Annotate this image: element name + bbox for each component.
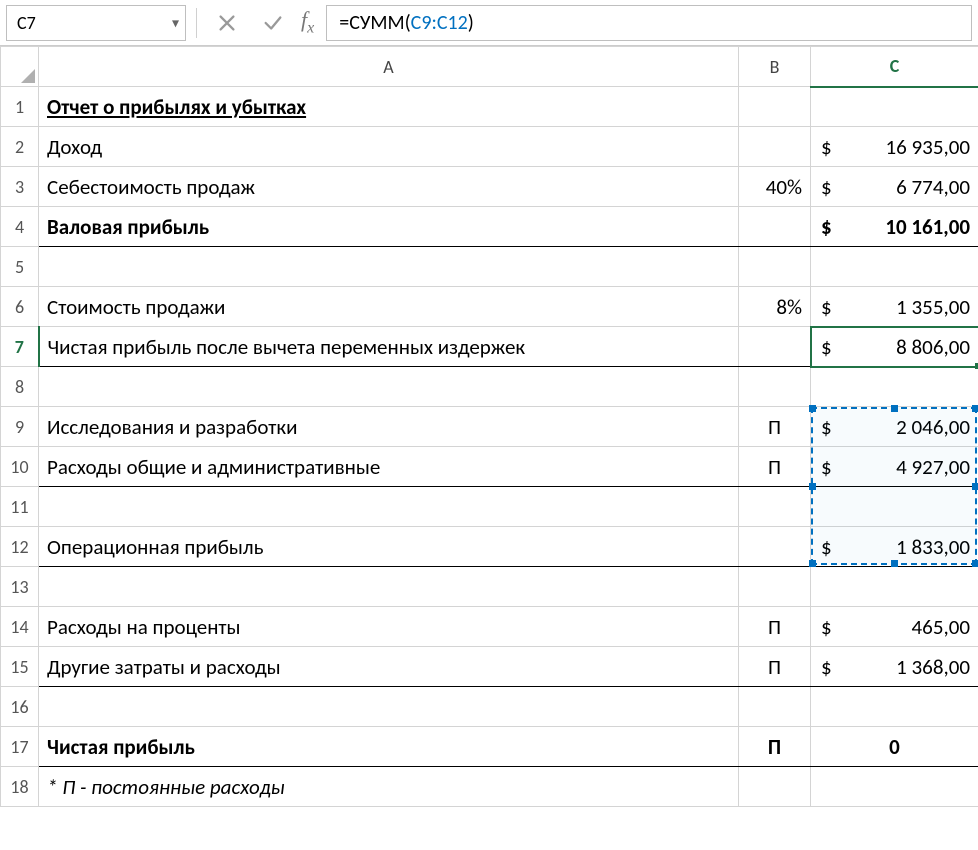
column-header-a[interactable]: A xyxy=(39,47,739,87)
cell-b3[interactable]: 40% xyxy=(739,167,811,207)
cell-a13[interactable] xyxy=(39,567,739,607)
cell-a10[interactable]: Расходы общие и административные xyxy=(39,447,739,487)
cell-c10[interactable]: $4 927,00 xyxy=(811,447,978,487)
formula-bar: C7 ▾ fx =СУММ(C9:C12) xyxy=(0,0,978,46)
cell-c14[interactable]: $465,00 xyxy=(811,607,978,647)
cell-a4[interactable]: Валовая прибыль xyxy=(39,207,739,247)
cancel-icon xyxy=(216,12,238,34)
cell-a2[interactable]: Доход xyxy=(39,127,739,167)
cell-a5[interactable] xyxy=(39,247,739,287)
cell-b13[interactable] xyxy=(739,567,811,607)
row-header[interactable]: 11 xyxy=(1,487,39,527)
cell-c2[interactable]: $16 935,00 xyxy=(811,127,978,167)
cell-a16[interactable] xyxy=(39,687,739,727)
cell-b12[interactable] xyxy=(739,527,811,567)
cell-b18[interactable] xyxy=(739,767,811,807)
cell-a7[interactable]: Чистая прибыль после вычета переменных и… xyxy=(39,327,739,367)
spreadsheet-grid[interactable]: A B C 1 Отчет о прибылях и убытках 2 Дох… xyxy=(0,46,978,807)
cell-a11[interactable] xyxy=(39,487,739,527)
cell-b5[interactable] xyxy=(739,247,811,287)
name-box[interactable]: C7 ▾ xyxy=(6,5,186,41)
cell-a12[interactable]: Операционная прибыль xyxy=(39,527,739,567)
cell-c7[interactable]: $8 806,00 xyxy=(811,327,978,367)
formula-text-suffix: ) xyxy=(468,11,474,35)
cell-b10[interactable]: П xyxy=(739,447,811,487)
row-header[interactable]: 2 xyxy=(1,127,39,167)
formula-range: C9:C12 xyxy=(411,11,468,35)
cell-b4[interactable] xyxy=(739,207,811,247)
cell-c1[interactable] xyxy=(811,87,978,127)
cell-c6[interactable]: $1 355,00 xyxy=(811,287,978,327)
cell-b15[interactable]: П xyxy=(739,647,811,687)
cell-a14[interactable]: Расходы на проценты xyxy=(39,607,739,647)
cell-b17[interactable]: П xyxy=(739,727,811,767)
cancel-formula-button[interactable] xyxy=(207,6,247,40)
cell-b11[interactable] xyxy=(739,487,811,527)
cell-a6[interactable]: Стоимость продажи xyxy=(39,287,739,327)
formula-input[interactable]: =СУММ(C9:C12) xyxy=(326,5,972,41)
cell-c17[interactable]: 0 xyxy=(811,727,978,767)
check-icon xyxy=(262,12,284,34)
cell-a8[interactable] xyxy=(39,367,739,407)
cell-a9[interactable]: Исследования и разработки xyxy=(39,407,739,447)
cell-c5[interactable] xyxy=(811,247,978,287)
cell-c4[interactable]: $10 161,00 xyxy=(811,207,978,247)
cell-a17[interactable]: Чистая прибыль xyxy=(39,727,739,767)
row-header[interactable]: 10 xyxy=(1,447,39,487)
row-header[interactable]: 8 xyxy=(1,367,39,407)
cell-b2[interactable] xyxy=(739,127,811,167)
cell-c11[interactable] xyxy=(811,487,978,527)
row-header[interactable]: 14 xyxy=(1,607,39,647)
cell-c18[interactable] xyxy=(811,767,978,807)
confirm-formula-button[interactable] xyxy=(253,6,293,40)
cell-reference: C7 xyxy=(17,12,36,34)
cell-a15[interactable]: Другие затраты и расходы xyxy=(39,647,739,687)
cell-b14[interactable]: П xyxy=(739,607,811,647)
row-header[interactable]: 18 xyxy=(1,767,39,807)
cell-c3[interactable]: $6 774,00 xyxy=(811,167,978,207)
cell-a18[interactable]: * П - постоянные расходы xyxy=(39,767,739,807)
row-header[interactable]: 15 xyxy=(1,647,39,687)
cell-b8[interactable] xyxy=(739,367,811,407)
row-header[interactable]: 9 xyxy=(1,407,39,447)
cell-b16[interactable] xyxy=(739,687,811,727)
cell-a1[interactable]: Отчет о прибылях и убытках xyxy=(39,87,739,127)
formula-text-prefix: =СУММ( xyxy=(339,11,410,35)
name-box-dropdown-icon[interactable]: ▾ xyxy=(172,14,179,31)
cell-b6[interactable]: 8% xyxy=(739,287,811,327)
cell-b1[interactable] xyxy=(739,87,811,127)
row-header[interactable]: 5 xyxy=(1,247,39,287)
row-header[interactable]: 17 xyxy=(1,727,39,767)
cell-c16[interactable] xyxy=(811,687,978,727)
cell-a3[interactable]: Себестоимость продаж xyxy=(39,167,739,207)
cell-c12[interactable]: $1 833,00 xyxy=(811,527,978,567)
row-header[interactable]: 4 xyxy=(1,207,39,247)
fx-icon[interactable]: fx xyxy=(301,7,314,37)
cell-c8[interactable] xyxy=(811,367,978,407)
row-header[interactable]: 13 xyxy=(1,567,39,607)
cell-b7[interactable] xyxy=(739,327,811,367)
cell-c9[interactable]: $2 046,00 xyxy=(811,407,978,447)
row-header[interactable]: 6 xyxy=(1,287,39,327)
divider xyxy=(196,8,197,38)
column-header-c[interactable]: C xyxy=(811,47,978,87)
cell-b9[interactable]: П xyxy=(739,407,811,447)
row-header[interactable]: 1 xyxy=(1,87,39,127)
row-header[interactable]: 3 xyxy=(1,167,39,207)
cell-c13[interactable] xyxy=(811,567,978,607)
row-header[interactable]: 16 xyxy=(1,687,39,727)
row-header[interactable]: 12 xyxy=(1,527,39,567)
cell-c15[interactable]: $1 368,00 xyxy=(811,647,978,687)
select-all-corner[interactable] xyxy=(1,47,39,87)
column-header-b[interactable]: B xyxy=(739,47,811,87)
row-header[interactable]: 7 xyxy=(1,327,39,367)
